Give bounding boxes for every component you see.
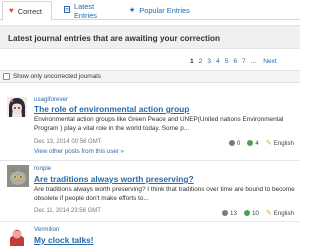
comment-icon (228, 140, 235, 146)
tab-label: Latest Entries (74, 1, 98, 20)
entry-username[interactable]: Vermilion (34, 226, 59, 233)
view-other-posts-link[interactable]: View other posts from this user » (34, 148, 124, 155)
entry-stats: 0 4 ✎ English (228, 139, 294, 147)
pencil-icon: ✎ (265, 210, 272, 217)
page-3-link[interactable]: 3 (207, 58, 211, 65)
heart-icon: ♥ (9, 6, 14, 15)
entry-title[interactable]: The role of environmental action group (34, 104, 189, 114)
correction-count: 4 (255, 139, 259, 147)
entry-username[interactable]: usagiforever (34, 96, 68, 103)
entry-language: English (273, 209, 294, 217)
next-page-link[interactable]: Next (263, 58, 277, 65)
entry-date: Dec 13, 2014 00:56 GMT (34, 139, 102, 145)
entry-excerpt: Are traditions always worth preserving? … (34, 186, 295, 202)
pagination-ellipsis: ... (250, 57, 257, 65)
comment-icon (222, 210, 229, 216)
page-2-link[interactable]: 2 (199, 58, 203, 65)
heading-panel: Latest journal entries that are awaiting… (0, 25, 300, 49)
page-4-link[interactable]: 4 (216, 58, 220, 65)
entry-username[interactable]: ronpie (34, 165, 51, 172)
uncorrected-only-checkbox[interactable] (3, 73, 10, 80)
entry-stats: 13 10 ✎ English (222, 209, 294, 217)
avatar[interactable] (7, 97, 27, 117)
page-7-link[interactable]: 7 (242, 58, 246, 65)
tab-label: Correct (17, 6, 42, 16)
tab-label: Popular Entries (139, 6, 190, 15)
avatar[interactable] (7, 165, 29, 187)
page-title: Latest journal entries that are awaiting… (8, 34, 221, 43)
check-icon (247, 140, 254, 146)
entry-divider (0, 160, 300, 161)
entry-title[interactable]: My clock talks! (34, 235, 94, 245)
page-5-link[interactable]: 5 (225, 58, 229, 65)
entry-date: Dec 11, 2014 23:56 GMT (34, 208, 101, 214)
comment-count: 0 (236, 139, 241, 147)
uncorrected-only-label[interactable]: Show only uncorrected journals (13, 73, 101, 80)
entry-title[interactable]: Are traditions always worth preserving? (34, 174, 194, 184)
entry-excerpt: Environmental action groups like Green P… (34, 116, 284, 132)
tab-bar: ♥ Correct Latest Entries ★ Popular Entri… (0, 0, 300, 21)
comment-count: 13 (230, 209, 237, 217)
tab-correct[interactable]: ♥ Correct (2, 1, 52, 21)
document-icon (64, 6, 70, 15)
star-icon: ★ (129, 7, 136, 14)
entry-language: English (273, 139, 294, 147)
page-6-link[interactable]: 6 (233, 58, 237, 65)
page-1-link[interactable]: 1 (190, 58, 194, 65)
correction-count: 10 (251, 209, 259, 217)
entry-divider (0, 221, 300, 222)
tab-latest-entries[interactable]: Latest Entries (56, 1, 118, 20)
avatar[interactable] (7, 226, 27, 246)
filter-bar: Show only uncorrected journals (0, 70, 300, 83)
pencil-icon: ✎ (265, 140, 272, 147)
check-icon (243, 210, 250, 216)
pagination: 1 2 3 4 5 6 7 ... Next (190, 56, 277, 66)
tab-popular-entries[interactable]: ★ Popular Entries (122, 1, 194, 20)
